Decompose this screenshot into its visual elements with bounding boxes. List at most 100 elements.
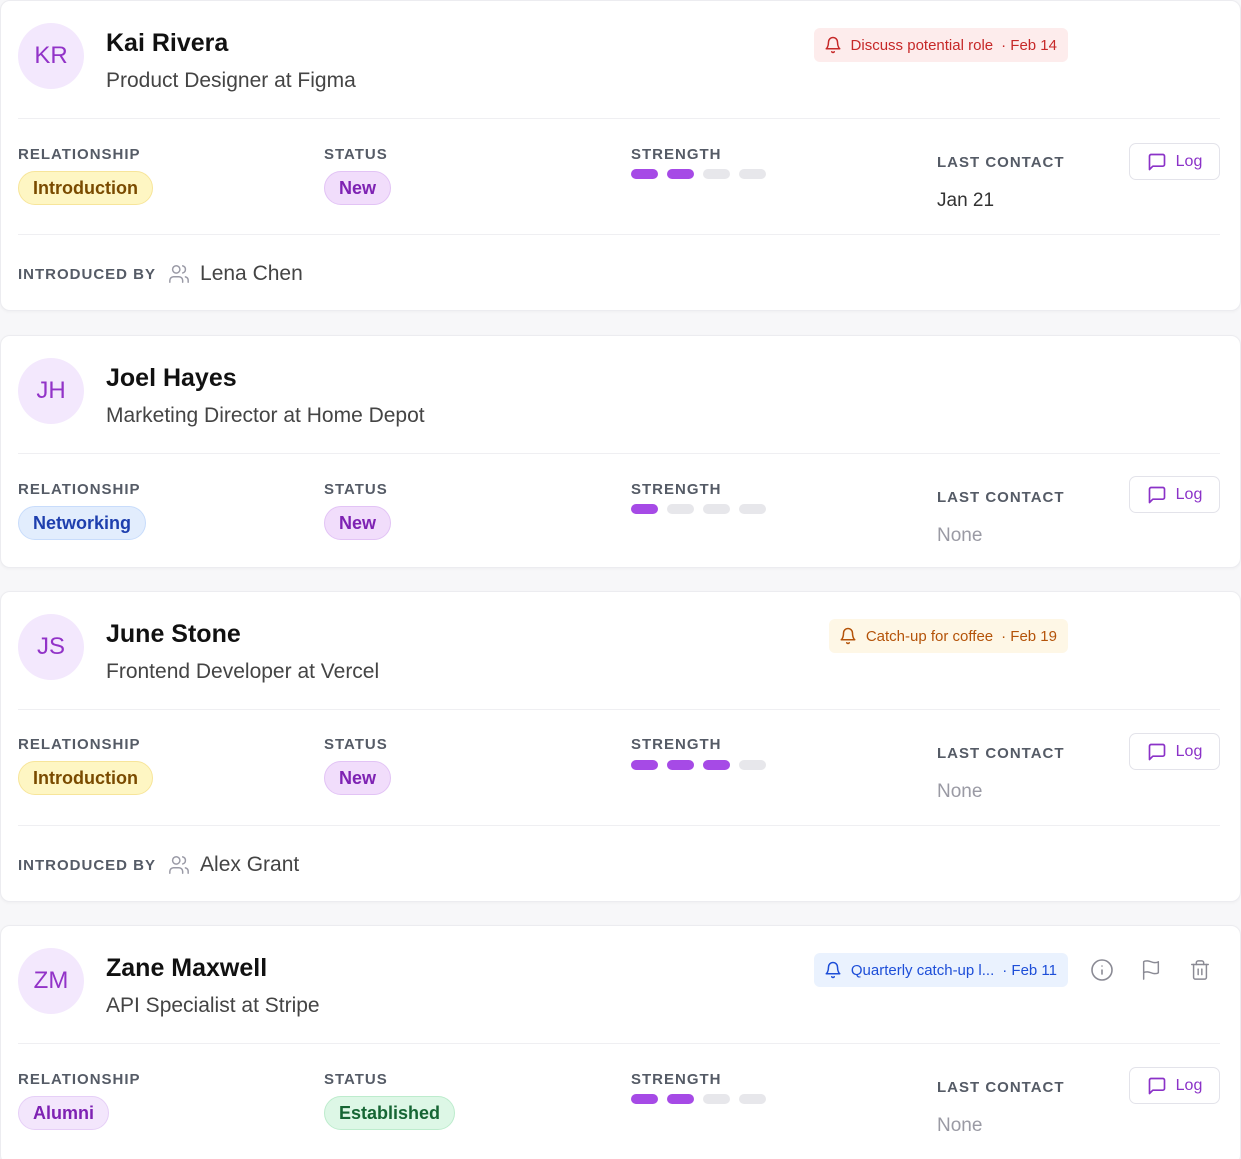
strength-segment[interactable] (703, 1094, 730, 1104)
divider (18, 453, 1220, 454)
last-contact-label: LAST CONTACT (937, 1079, 1065, 1096)
reminder-date: · Feb 19 (1001, 627, 1057, 645)
status-label: STATUS (324, 481, 388, 498)
strength-segment[interactable] (703, 760, 730, 770)
strength-segment[interactable] (631, 1094, 658, 1104)
divider (18, 1043, 1220, 1044)
strength-segment[interactable] (631, 760, 658, 770)
avatar: JH (18, 358, 84, 424)
bell-icon (825, 36, 841, 54)
introducer-name[interactable]: Alex Grant (200, 853, 299, 877)
relationship-pill: Introduction (18, 761, 153, 795)
last-contact-label: LAST CONTACT (937, 489, 1065, 506)
strength-segment[interactable] (739, 504, 766, 514)
last-contact-value: None (937, 781, 983, 802)
introduced-by-label: INTRODUCED BY (18, 856, 157, 874)
status-label: STATUS (324, 1071, 388, 1088)
reminder-date: · Feb 11 (1002, 961, 1057, 979)
contact-card[interactable]: KR Kai Rivera Product Designer at Figma … (0, 0, 1241, 311)
last-contact-label: LAST CONTACT (937, 154, 1065, 171)
users-icon (168, 854, 190, 876)
reminder-text: Discuss potential role (850, 36, 994, 54)
strength-segment[interactable] (703, 169, 730, 179)
avatar: JS (18, 614, 84, 680)
strength-segment[interactable] (667, 1094, 694, 1104)
message-square-icon (1148, 743, 1165, 760)
divider (18, 825, 1220, 826)
log-button[interactable]: Log (1129, 1067, 1220, 1104)
reminder-badge[interactable]: Discuss potential role · Feb 14 (813, 28, 1068, 62)
relationship-pill: Alumni (18, 1096, 109, 1130)
strength-label: STRENGTH (631, 1071, 722, 1088)
last-contact-value: None (937, 1115, 983, 1136)
log-button-label: Log (1175, 485, 1203, 503)
message-square-icon (1148, 486, 1165, 503)
introducer-name[interactable]: Lena Chen (200, 262, 303, 286)
divider (18, 118, 1220, 119)
contact-subtitle: API Specialist at Stripe (106, 994, 320, 1017)
status-label: STATUS (324, 736, 388, 753)
status-pill[interactable]: New (324, 506, 392, 540)
reminder-date: · Feb 14 (1001, 36, 1057, 54)
relationship-label: RELATIONSHIP (18, 481, 141, 498)
introduced-by-label: INTRODUCED BY (18, 265, 157, 283)
divider (18, 709, 1220, 710)
contact-card[interactable]: ZM Zane Maxwell API Specialist at Stripe… (0, 925, 1241, 1159)
bell-icon (825, 961, 841, 979)
strength-segment[interactable] (631, 504, 658, 514)
contact-name[interactable]: Kai Rivera (106, 29, 228, 58)
log-button[interactable]: Log (1129, 476, 1220, 513)
status-pill[interactable]: New (324, 171, 392, 205)
relationship-label: RELATIONSHIP (18, 146, 141, 163)
reminder-badge[interactable]: Catch-up for coffee · Feb 19 (828, 619, 1068, 653)
trash-icon[interactable] (1186, 956, 1214, 984)
strength-segment[interactable] (667, 760, 694, 770)
strength-meter[interactable] (631, 504, 766, 514)
strength-label: STRENGTH (631, 481, 722, 498)
status-pill[interactable]: New (324, 761, 392, 795)
strength-segment[interactable] (631, 169, 658, 179)
strength-segment[interactable] (703, 504, 730, 514)
strength-meter[interactable] (631, 760, 766, 770)
relationship-label: RELATIONSHIP (18, 1071, 141, 1088)
reminder-text: Quarterly catch-up l... (850, 961, 995, 979)
contact-card[interactable]: JH Joel Hayes Marketing Director at Home… (0, 335, 1241, 568)
strength-segment[interactable] (739, 760, 766, 770)
contact-card[interactable]: JS June Stone Frontend Developer at Verc… (0, 591, 1241, 902)
strength-label: STRENGTH (631, 736, 722, 753)
contact-subtitle: Frontend Developer at Vercel (106, 660, 380, 683)
contact-name[interactable]: Zane Maxwell (106, 954, 267, 983)
relationship-pill: Introduction (18, 171, 153, 205)
last-contact-value: None (937, 525, 983, 546)
divider (18, 234, 1220, 235)
strength-segment[interactable] (667, 504, 694, 514)
users-icon (168, 263, 190, 285)
strength-segment[interactable] (739, 1094, 766, 1104)
message-square-icon (1148, 1077, 1165, 1094)
introduced-by-row: INTRODUCED BY Lena Chen (18, 262, 303, 286)
log-button-label: Log (1175, 152, 1203, 170)
status-label: STATUS (324, 146, 388, 163)
relationship-label: RELATIONSHIP (18, 736, 141, 753)
contact-subtitle: Product Designer at Figma (106, 69, 356, 92)
avatar: ZM (18, 948, 84, 1014)
reminder-text: Catch-up for coffee (865, 627, 994, 645)
log-button-label: Log (1175, 742, 1203, 760)
strength-meter[interactable] (631, 1094, 766, 1104)
strength-segment[interactable] (739, 169, 766, 179)
strength-label: STRENGTH (631, 146, 722, 163)
status-pill[interactable]: Established (324, 1096, 456, 1130)
avatar: KR (18, 23, 84, 89)
strength-meter[interactable] (631, 169, 766, 179)
message-square-icon (1148, 153, 1165, 170)
contact-name[interactable]: Joel Hayes (106, 364, 237, 393)
contact-name[interactable]: June Stone (106, 620, 241, 649)
contact-subtitle: Marketing Director at Home Depot (106, 404, 425, 427)
last-contact-value: Jan 21 (937, 190, 995, 211)
reminder-badge[interactable]: Quarterly catch-up l... · Feb 11 (813, 953, 1068, 987)
flag-icon[interactable] (1137, 956, 1165, 984)
log-button[interactable]: Log (1129, 733, 1220, 770)
strength-segment[interactable] (667, 169, 694, 179)
log-button[interactable]: Log (1129, 143, 1220, 180)
info-icon[interactable] (1088, 956, 1116, 984)
